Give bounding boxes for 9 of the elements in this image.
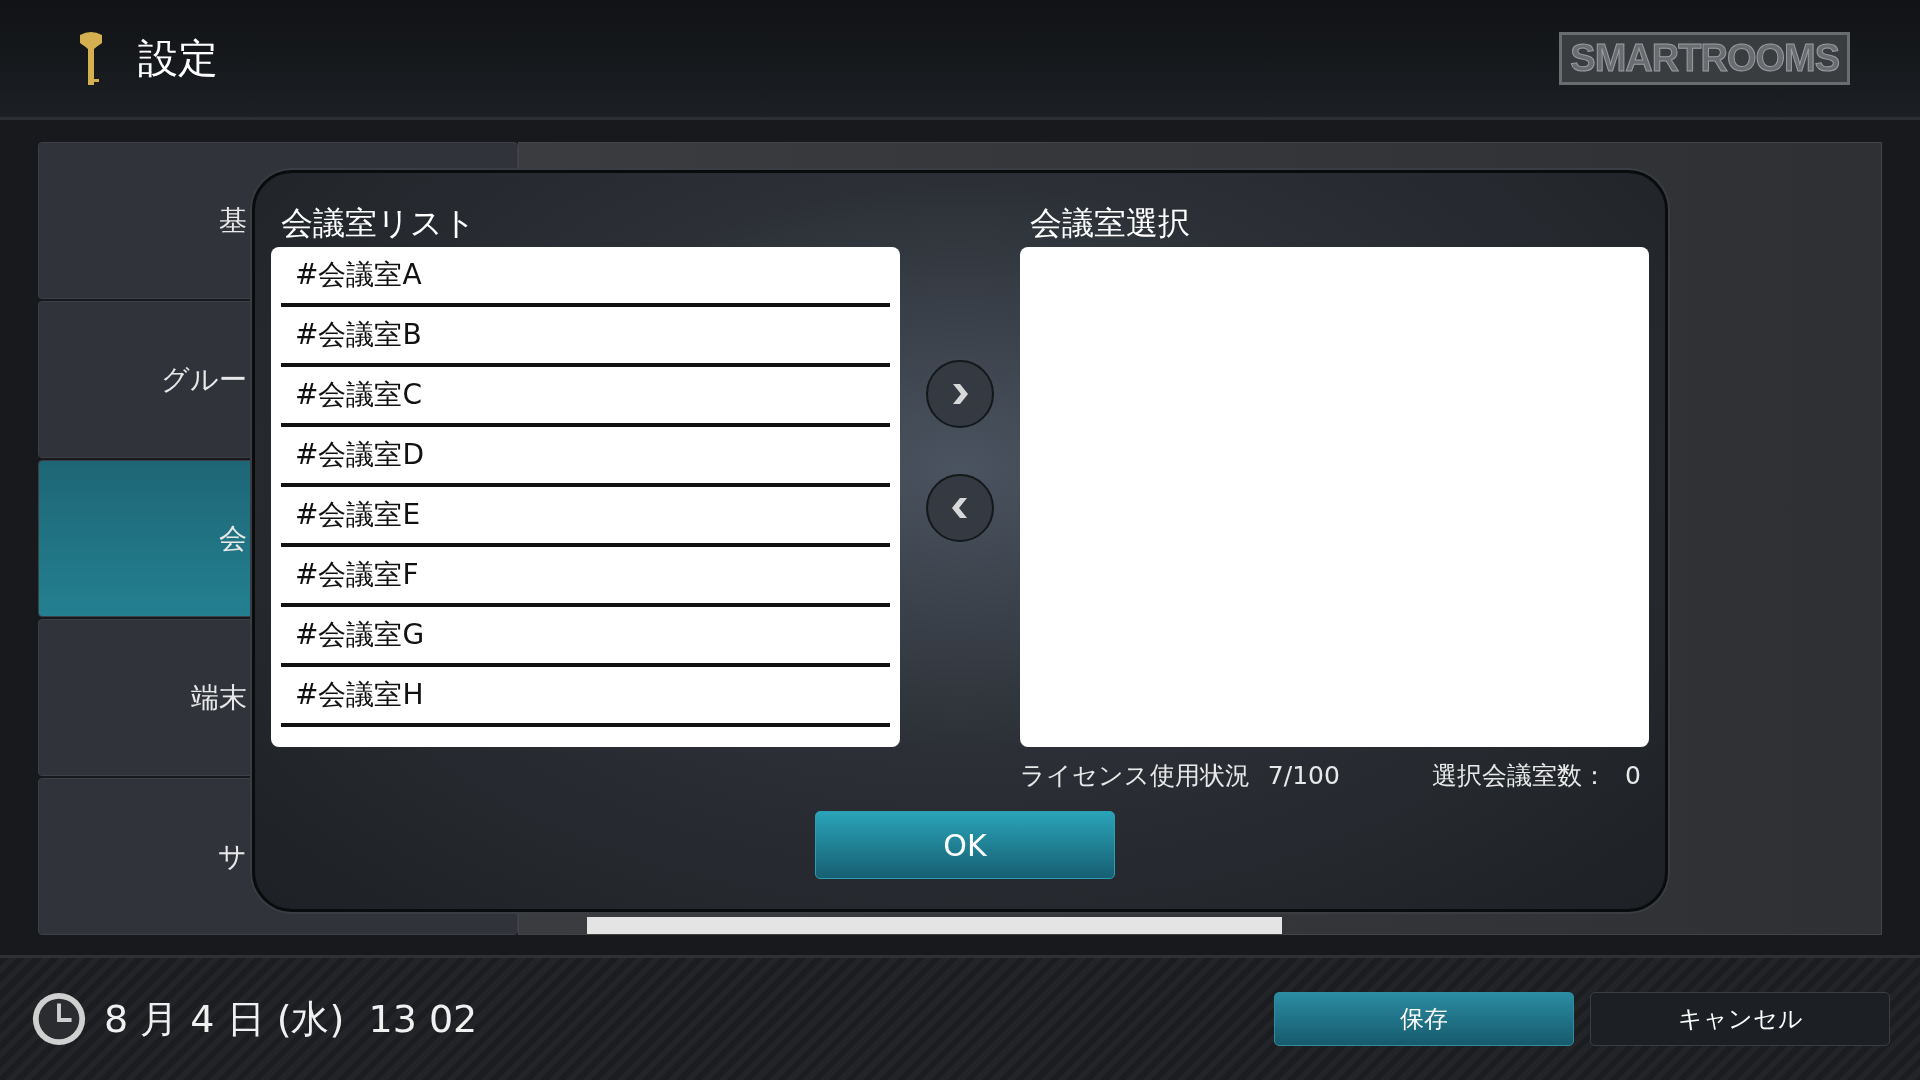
license-value: 7/100 [1267, 761, 1340, 790]
logo: SMARTROOMS [1559, 32, 1850, 85]
count-value: 0 [1625, 761, 1641, 790]
license-label: ライセンス使用状況 [1019, 760, 1250, 792]
list-heading: 会議室リスト [280, 203, 477, 244]
count-label: 選択会議室数： [1432, 760, 1608, 792]
selection-heading: 会議室選択 [1028, 203, 1191, 244]
page-title: 設定 [138, 34, 218, 83]
date-time: 8 月 4 日 (水) 13 02 [104, 995, 478, 1043]
